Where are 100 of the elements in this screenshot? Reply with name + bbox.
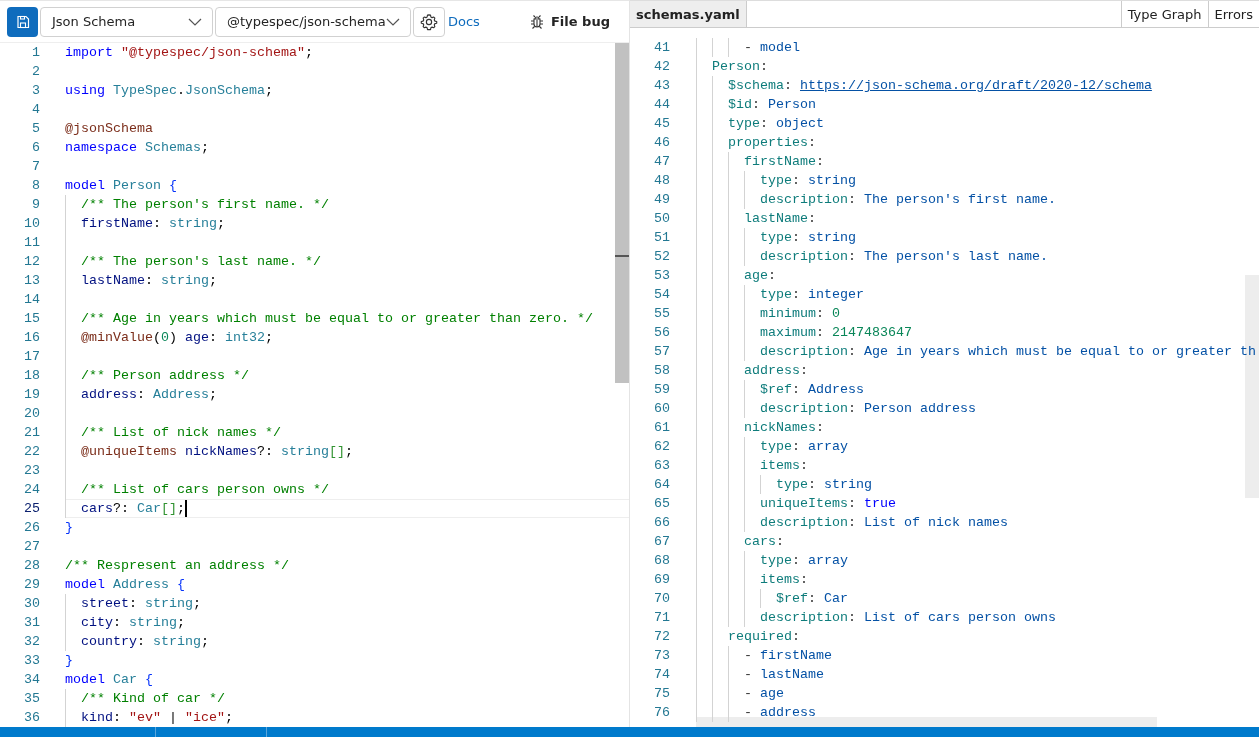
code-line: type: integer	[759, 286, 864, 304]
code-line: items:	[759, 571, 808, 589]
line-number: 24	[23, 481, 40, 499]
code-line: namespace Schemas;	[65, 139, 209, 157]
code-line: import "@typespec/json-schema";	[65, 44, 313, 62]
chevron-icon	[188, 17, 202, 26]
line-number: 44	[653, 96, 670, 114]
code-line: }	[65, 652, 73, 670]
code-line: @jsonSchema	[65, 120, 153, 138]
line-number: 62	[653, 438, 670, 456]
code-line: /** Person address */	[80, 367, 249, 385]
code-line: age:	[743, 267, 776, 285]
code-line: $ref: Address	[759, 381, 864, 399]
code-line: - firstName	[743, 647, 832, 665]
settings-icon	[420, 12, 438, 31]
code-line: firstName: string;	[80, 215, 225, 233]
line-number: 63	[653, 457, 670, 475]
line-number: 27	[23, 538, 40, 556]
line-number: 9	[31, 196, 40, 214]
schema-link[interactable]: https://json-schema.org/draft/2020-12/schema	[800, 76, 1152, 95]
line-number: 74	[653, 666, 670, 684]
line-number: 4	[31, 101, 40, 119]
line-number: 11	[23, 234, 40, 252]
emitter-dropdown[interactable]: Json Schema	[40, 6, 213, 37]
line-number: 16	[23, 329, 40, 347]
code-line: nickNames:	[743, 419, 824, 437]
chevron-icon	[386, 17, 400, 26]
settings-button[interactable]	[413, 6, 445, 37]
code-line: model Car {	[65, 671, 153, 689]
line-number: 65	[653, 495, 670, 513]
code-line: description: List of nick names	[759, 514, 1008, 532]
code-line: type: array	[759, 552, 848, 570]
line-number: 22	[23, 443, 40, 461]
line-number: 57	[653, 343, 670, 361]
line-number: 76	[653, 704, 670, 722]
line-number: 10	[23, 215, 40, 233]
docs-link[interactable]: Docs	[448, 14, 480, 29]
code-line: @uniqueItems nickNames?: string[];	[80, 443, 353, 461]
line-number: 35	[23, 690, 40, 708]
line-number: 3	[31, 82, 40, 100]
library-dropdown[interactable]: @typespec/json-schema	[215, 6, 411, 37]
code-line: /** Age in years which must be equal to or greater than zero. */	[80, 310, 593, 328]
line-number: 66	[653, 514, 670, 532]
save-icon	[15, 14, 30, 29]
code-line: /** List of cars person owns */	[80, 481, 329, 499]
code-line: /** Kind of car */	[80, 690, 225, 708]
save-button[interactable]	[7, 6, 38, 37]
code-line: type: string	[759, 172, 856, 190]
line-number: 17	[23, 348, 40, 366]
code-line: city: string;	[80, 614, 185, 632]
line-number: 54	[653, 286, 670, 304]
line-number: 56	[653, 324, 670, 342]
code-line: cars?: Car[];	[80, 500, 185, 518]
line-number: 59	[653, 381, 670, 399]
code-line: type: object	[727, 115, 824, 133]
file-tab[interactable]: schemas.yaml	[630, 1, 747, 27]
code-line: model Person {	[65, 177, 177, 195]
code-line: minimum: 0	[759, 305, 840, 323]
code-line: /** The person's first name. */	[80, 196, 329, 214]
line-number: 26	[23, 519, 40, 537]
line-number: 34	[23, 671, 40, 689]
line-number: 51	[653, 229, 670, 247]
code-line: description: List of cars person owns	[759, 609, 1056, 627]
line-number: 58	[653, 362, 670, 380]
code-line: uniqueItems: true	[759, 495, 896, 513]
code-line: address:	[743, 362, 808, 380]
scrollbar-thumb[interactable]	[696, 717, 1157, 727]
code-line: kind: "ev" | "ice";	[80, 709, 233, 727]
file-bug-button[interactable]: File bug	[529, 13, 610, 30]
code-line: items:	[759, 457, 808, 475]
line-number: 55	[653, 305, 670, 323]
code-line: $schema:	[727, 77, 793, 95]
code-line: /** Respresent an address */	[65, 557, 289, 575]
line-number: 46	[653, 134, 670, 152]
line-number: 32	[23, 633, 40, 651]
line-number: 29	[23, 576, 40, 594]
line-number: 31	[23, 614, 40, 632]
line-number: 2	[31, 63, 40, 81]
scrollbar-thumb[interactable]	[615, 43, 629, 383]
line-number: 52	[653, 248, 670, 266]
line-number: 6	[31, 139, 40, 157]
line-number: 7	[31, 158, 40, 176]
line-number: 15	[23, 310, 40, 328]
line-number: 53	[653, 267, 670, 285]
code-line: lastName: string;	[80, 272, 217, 290]
code-line: cars:	[743, 533, 784, 551]
line-number: 60	[653, 400, 670, 418]
line-number: 48	[653, 172, 670, 190]
line-number: 47	[653, 153, 670, 171]
line-number: 43	[653, 77, 670, 95]
code-line: properties:	[727, 134, 816, 152]
line-number: 50	[653, 210, 670, 228]
code-line: @minValue(0) age: int32;	[80, 329, 273, 347]
line-number: 28	[23, 557, 40, 575]
line-number: 70	[653, 590, 670, 608]
line-number: 42	[653, 58, 670, 76]
line-number: 67	[653, 533, 670, 551]
line-number: 13	[23, 272, 40, 290]
code-line: - model	[743, 39, 800, 57]
code-line: description: Age in years which must be equal to or greater th	[759, 343, 1256, 361]
